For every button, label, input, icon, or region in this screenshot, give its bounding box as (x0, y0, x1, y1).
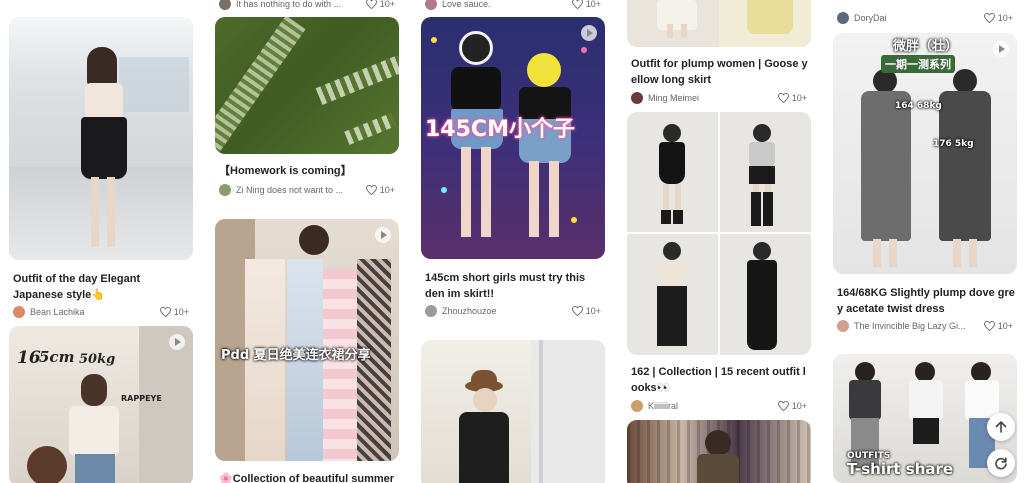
cover-text: 145CM小个子 (425, 117, 575, 142)
author-avatar[interactable] (631, 92, 643, 104)
video-icon (169, 334, 185, 350)
author-name[interactable]: Zi Ning does not want to ... (236, 185, 360, 195)
note-meta: Love sauce. 10+ (425, 0, 601, 12)
note-meta: Bean Lachika 10+ (13, 304, 189, 320)
author-name[interactable]: Love sauce. (442, 0, 566, 9)
note-cover-image[interactable] (627, 112, 811, 355)
like-button[interactable]: 10+ (365, 0, 395, 9)
like-count: 10+ (379, 0, 395, 9)
like-button[interactable]: 10+ (777, 401, 807, 411)
feed-column-1: Outfit of the day Elegant Japanese style… (9, 0, 193, 483)
like-button[interactable]: 10+ (365, 185, 395, 195)
like-button[interactable]: 10+ (983, 321, 1013, 331)
heart-icon (777, 93, 789, 103)
heart-icon (571, 0, 583, 9)
like-button[interactable]: 10+ (777, 93, 807, 103)
cover-text: 16 (17, 348, 41, 368)
note-cover-image[interactable] (627, 0, 811, 47)
note-cover-image[interactable] (215, 17, 399, 154)
note-meta: It has nothing to do with ... 10+ (219, 0, 395, 12)
feed-column-5: DoryDai 10+ 微胖（壮） 一期一测系列 164 68kg 176 5k… (833, 0, 1017, 483)
feed-column-3: Love sauce. 10+ 145CM小个子 145cm short gir… (421, 0, 605, 483)
author-avatar[interactable] (13, 306, 25, 318)
note-title[interactable]: 164/68KG Slightly plump dove gre y aceta… (837, 285, 1015, 317)
heart-icon (983, 13, 995, 23)
note-cover-image[interactable]: 145CM小个子 (421, 17, 605, 259)
author-avatar[interactable] (837, 12, 849, 24)
like-button[interactable]: 10+ (983, 13, 1013, 23)
author-name[interactable]: Zhouzhouzoe (442, 306, 566, 316)
video-icon (581, 25, 597, 41)
like-count: 10+ (997, 13, 1013, 23)
note-cover-image[interactable] (627, 420, 811, 483)
like-button[interactable]: 10+ (571, 306, 601, 316)
note-title[interactable]: 145cm short girls must try this den im s… (425, 270, 603, 302)
like-button[interactable]: 10+ (159, 307, 189, 317)
feed-column-2: It has nothing to do with ... 10+ 【Homew… (215, 0, 399, 483)
author-name[interactable]: Ming Meimei (648, 93, 772, 103)
note-meta: Zhouzhouzoe 10+ (425, 303, 601, 319)
author-avatar[interactable] (631, 400, 643, 412)
heart-icon (365, 185, 377, 195)
heart-icon (159, 307, 171, 317)
video-icon (375, 227, 391, 243)
note-cover-image[interactable]: 16 5cm 50kg RAPPEYE (9, 326, 193, 483)
note-cover-image[interactable] (421, 340, 605, 483)
heart-icon (571, 306, 583, 316)
note-meta: DoryDai 10+ (837, 10, 1013, 26)
heart-icon (983, 321, 995, 331)
author-avatar[interactable] (219, 0, 231, 10)
cover-text: 微胖（壮） (893, 39, 959, 54)
like-button[interactable]: 10+ (571, 0, 601, 9)
note-title[interactable]: 【Homework is coming】 (219, 163, 397, 179)
cover-text: RAPPEYE (121, 394, 162, 403)
heart-icon (365, 0, 377, 9)
refresh-button[interactable] (987, 449, 1015, 477)
author-name[interactable]: Bean Lachika (30, 307, 154, 317)
note-title[interactable]: 162 | Collection | 15 recent outfit l oo… (631, 364, 809, 396)
author-avatar[interactable] (219, 184, 231, 196)
author-name[interactable]: Kiiiiiiiral (648, 401, 772, 411)
note-meta: Zi Ning does not want to ... 10+ (219, 182, 395, 198)
cover-text: Pdd 夏日绝美连衣裙分享 (221, 348, 371, 363)
like-count: 10+ (585, 0, 601, 9)
note-meta: Kiiiiiiiral 10+ (631, 398, 807, 414)
note-cover-image[interactable] (9, 17, 193, 260)
like-count: 10+ (585, 306, 601, 316)
cover-text: 一期一测系列 (881, 55, 955, 73)
author-avatar[interactable] (837, 320, 849, 332)
note-cover-image[interactable]: Pdd 夏日绝美连衣裙分享 (215, 219, 399, 461)
note-meta: The Invincible Big Lazy Gi... 10+ (837, 318, 1013, 334)
feed-column-4: Outfit for plump women | Goose y ellow l… (627, 0, 811, 483)
like-count: 10+ (791, 401, 807, 411)
author-name[interactable]: It has nothing to do with ... (236, 0, 360, 9)
author-name[interactable]: The Invincible Big Lazy Gi... (854, 321, 978, 331)
back-to-top-button[interactable] (987, 413, 1015, 441)
arrow-up-icon (995, 421, 1007, 433)
heart-icon (777, 401, 789, 411)
cover-text: 176 5kg (933, 139, 974, 149)
cover-text: 164 68kg (895, 101, 942, 111)
cover-text: T-shirt share (847, 460, 954, 478)
like-count: 10+ (379, 185, 395, 195)
author-name[interactable]: DoryDai (854, 13, 978, 23)
note-meta: Ming Meimei 10+ (631, 90, 807, 106)
like-count: 10+ (791, 93, 807, 103)
video-icon (993, 41, 1009, 57)
author-avatar[interactable] (425, 0, 437, 10)
author-avatar[interactable] (425, 305, 437, 317)
refresh-icon (995, 457, 1007, 470)
note-cover-image[interactable]: 微胖（壮） 一期一测系列 164 68kg 176 5kg (833, 33, 1017, 274)
cover-text: 50kg (79, 352, 116, 367)
like-count: 10+ (173, 307, 189, 317)
like-count: 10+ (997, 321, 1013, 331)
note-title[interactable]: 🌸Collection of beautiful summer (219, 471, 397, 483)
note-title[interactable]: Outfit for plump women | Goose y ellow l… (631, 56, 809, 88)
cover-text: 5cm (39, 348, 75, 366)
note-title[interactable]: Outfit of the day Elegant Japanese style… (13, 271, 191, 303)
